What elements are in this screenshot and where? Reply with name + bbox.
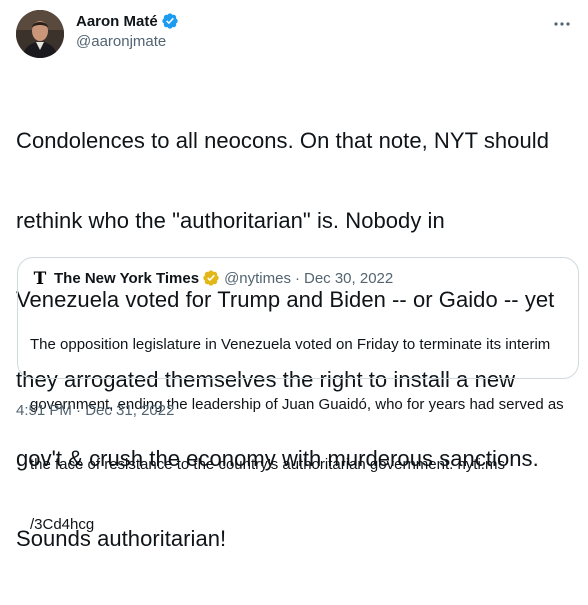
quoted-tweet-header: T The New York Times @nytimes · Dec 30, … bbox=[30, 268, 393, 289]
tweet-text-line: rethink who the "authoritarian" is. Nobo… bbox=[16, 207, 445, 233]
avatar[interactable] bbox=[16, 10, 64, 58]
author-display-name[interactable]: Aaron Maté bbox=[76, 13, 158, 30]
svg-text:T: T bbox=[34, 269, 47, 288]
verified-badge-icon bbox=[161, 12, 179, 30]
author-info: Aaron Maté @aaronjmate bbox=[76, 11, 179, 50]
tweet-text-line: Condolences to all neocons. On that note… bbox=[16, 128, 549, 153]
timestamp-separator: · bbox=[76, 402, 82, 419]
avatar-photo bbox=[16, 10, 64, 58]
more-options-icon[interactable] bbox=[552, 14, 572, 34]
nyt-logo-icon: T bbox=[30, 268, 50, 289]
tweet-timestamp[interactable]: 4:51 PM · Dec 31, 2022 bbox=[16, 402, 174, 419]
author-name-row: Aaron Maté bbox=[76, 11, 179, 31]
quoted-tweet-card[interactable]: T The New York Times @nytimes · Dec 30, … bbox=[17, 257, 579, 533]
tweet-time: 4:51 PM bbox=[16, 402, 72, 419]
quoted-author-handle[interactable]: @nytimes bbox=[224, 270, 291, 287]
quoted-text-line: the face of resistance to the country’s … bbox=[30, 456, 505, 473]
tweet-card: Aaron Maté @aaronjmate Condolences to al… bbox=[0, 0, 588, 551]
quoted-author-name[interactable]: The New York Times bbox=[54, 270, 199, 287]
quoted-date[interactable]: Dec 30, 2022 bbox=[304, 270, 393, 287]
quoted-tweet-text: The opposition legislature in Venezuela … bbox=[30, 295, 566, 575]
author-handle[interactable]: @aaronjmate bbox=[76, 33, 179, 50]
quoted-text-line: The opposition legislature in Venezuela … bbox=[30, 336, 551, 353]
quoted-text-line: /3Cd4hcg bbox=[30, 516, 95, 533]
tweet-date: Dec 31, 2022 bbox=[85, 402, 175, 419]
quoted-separator: · bbox=[294, 269, 300, 287]
gold-verified-badge-icon bbox=[202, 269, 220, 287]
